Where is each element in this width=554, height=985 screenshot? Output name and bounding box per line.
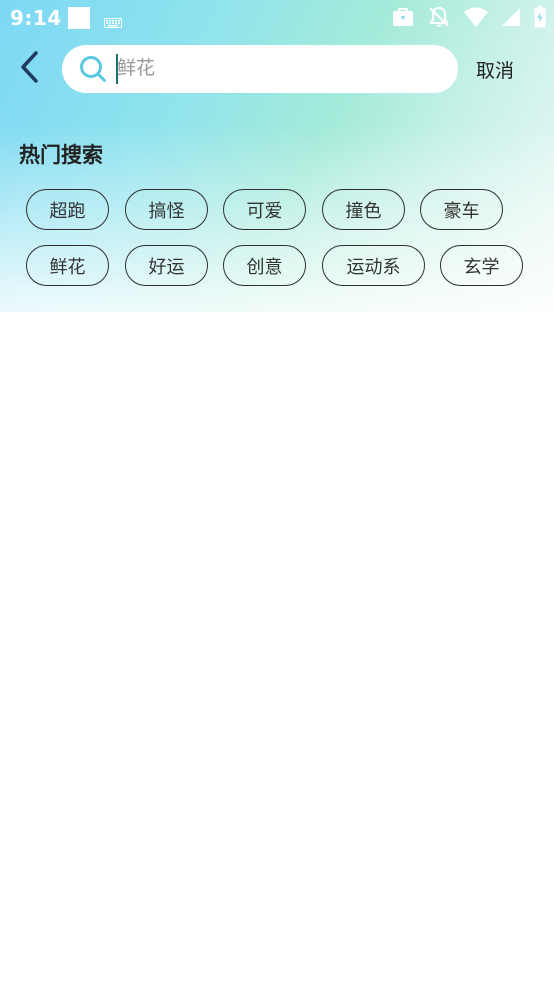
wifi-icon bbox=[464, 7, 488, 31]
hot-tag[interactable]: 撞色 bbox=[322, 189, 405, 230]
keyboard-icon bbox=[104, 13, 122, 28]
hot-tag[interactable]: 玄学 bbox=[440, 245, 523, 286]
back-button[interactable] bbox=[12, 50, 46, 88]
battery-icon bbox=[534, 6, 546, 32]
search-input[interactable] bbox=[117, 53, 437, 85]
hot-tag[interactable]: 鲜花 bbox=[26, 245, 109, 286]
search-icon bbox=[79, 55, 107, 83]
chevron-left-icon bbox=[17, 50, 41, 88]
briefcase-icon bbox=[392, 7, 414, 31]
hot-tag[interactable]: 超跑 bbox=[26, 189, 109, 230]
search-header: 取消 bbox=[0, 44, 554, 94]
status-time: 9:14 bbox=[10, 6, 62, 30]
hot-tag[interactable]: 创意 bbox=[223, 245, 306, 286]
hot-tag[interactable]: 好运 bbox=[125, 245, 208, 286]
cancel-button[interactable]: 取消 bbox=[476, 56, 514, 83]
status-bar: 9:14 bbox=[0, 0, 554, 38]
hot-tag[interactable]: 运动系 bbox=[322, 245, 425, 286]
hot-search-title: 热门搜索 bbox=[19, 143, 103, 167]
bell-off-icon bbox=[428, 6, 450, 32]
notification-square-icon bbox=[68, 7, 90, 29]
search-box[interactable] bbox=[62, 45, 458, 93]
signal-icon bbox=[502, 8, 520, 30]
hot-tag[interactable]: 可爱 bbox=[223, 189, 306, 230]
status-icons bbox=[392, 6, 546, 32]
hot-tag[interactable]: 搞怪 bbox=[125, 189, 208, 230]
hot-tag[interactable]: 豪车 bbox=[420, 189, 503, 230]
